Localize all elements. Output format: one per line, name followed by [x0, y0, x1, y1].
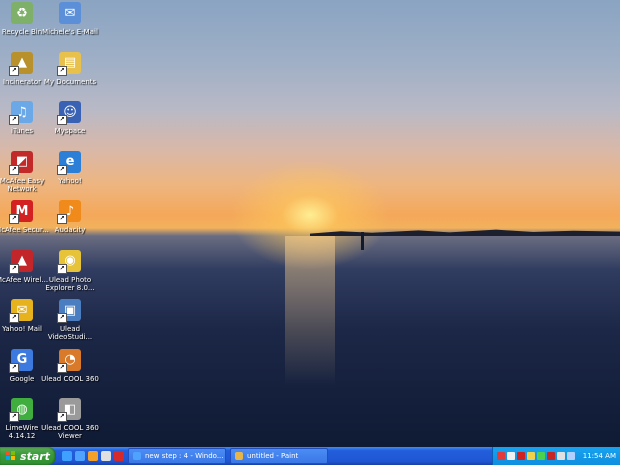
network-icon[interactable] — [496, 452, 505, 460]
shortcut-arrow-icon: ↗ — [9, 362, 19, 373]
water-post — [361, 232, 364, 250]
mcafee-wireless-icon: ▲ ↗ — [9, 249, 33, 274]
wireless-icon[interactable] — [556, 452, 565, 460]
shortcut-arrow-icon: ↗ — [9, 164, 19, 175]
windows-flag-icon — [6, 451, 16, 461]
desktop-icon-label: Ulead VideoStudi... — [47, 325, 93, 341]
internet-explorer-icon — [133, 452, 141, 460]
desktop-icon-label: Audacity — [54, 226, 86, 234]
task-button-2[interactable]: untitled - Paint — [230, 448, 328, 464]
yahoo-mail-icon: ✉ ↗ — [9, 299, 33, 323]
incinerator-icon: ▲ ↗ — [9, 51, 33, 76]
shortcut-arrow-icon: ↗ — [9, 115, 19, 125]
mcafee-security-icon: M ↗ — [9, 200, 33, 224]
show-desktop-icon[interactable] — [62, 451, 72, 461]
clock[interactable]: 11:54 AM — [583, 452, 616, 460]
shortcut-arrow-icon: ↗ — [9, 65, 19, 76]
desktop-icon-my-documents[interactable]: ▤ ↗ My Documents — [41, 51, 99, 86]
media-player-icon[interactable] — [88, 451, 98, 461]
desktop-icon-label: Yahoo! — [58, 176, 82, 185]
desktop-icon-label: Ulead COOL 360 — [41, 374, 99, 383]
paint-icon — [235, 452, 243, 460]
volume-icon[interactable] — [506, 452, 515, 460]
ulead-cool-360-viewer-icon: ◧ ↗ — [57, 398, 81, 422]
shortcut-arrow-icon: ↗ — [57, 115, 67, 125]
task-button-label: new step : 4 - Windo... — [145, 452, 224, 460]
shortcut-arrow-icon: ↗ — [57, 164, 67, 175]
start-button[interactable]: start — [0, 447, 56, 465]
desktop-icon-email[interactable]: ✉ Michele's E-Mail — [41, 2, 99, 36]
system-tray: 11:54 AM — [491, 447, 620, 465]
shortcut-arrow-icon: ↗ — [9, 313, 19, 323]
ulead-photo-explorer-icon: ◉ ↗ — [57, 249, 81, 274]
desktop-icon-audacity[interactable]: ♪ ↗ Audacity — [41, 200, 99, 234]
tray-icons — [496, 452, 575, 460]
ulead-videostudio-icon: ▣ ↗ — [57, 299, 81, 323]
desktop-icon-label: Ulead Photo Explorer 8.0... — [45, 275, 95, 292]
yahoo-browser-icon: e ↗ — [57, 150, 81, 175]
shortcut-arrow-icon: ↗ — [57, 214, 67, 224]
internet-explorer-icon[interactable] — [75, 451, 85, 461]
desktop-icon-label: Michele's E-Mail — [42, 28, 98, 36]
myspace-icon: ☺ ↗ — [57, 101, 81, 125]
ulead-cool-360-icon: ◔ ↗ — [57, 348, 81, 373]
shortcut-arrow-icon: ↗ — [9, 214, 19, 224]
battery-icon[interactable] — [566, 452, 575, 460]
task-buttons: new step : 4 - Windo... untitled - Paint — [124, 448, 328, 464]
limewire-icon: ◍ ↗ — [9, 398, 33, 422]
desktop-icon-myspace[interactable]: ☺ ↗ Myspace — [41, 101, 99, 135]
desktop-icon-ulead-videostudio[interactable]: ▣ ↗ Ulead VideoStudi... — [41, 299, 99, 341]
desktop-icon-label: My Documents — [43, 77, 97, 86]
shortcut-arrow-icon: ↗ — [57, 362, 67, 373]
desktop-icon-label: Ulead COOL 360 Viewer — [41, 424, 99, 440]
messenger-icon[interactable] — [536, 452, 545, 460]
shortcut-arrow-icon: ↗ — [57, 263, 67, 274]
shortcut-arrow-icon: ↗ — [9, 263, 19, 274]
shortcut-arrow-icon: ↗ — [57, 412, 67, 422]
shortcut-arrow-icon: ↗ — [9, 412, 19, 422]
security-icon[interactable] — [516, 452, 525, 460]
sun-reflection — [285, 236, 335, 386]
shortcut-arrow-icon: ↗ — [57, 65, 67, 76]
task-button-1[interactable]: new step : 4 - Windo... — [128, 448, 226, 464]
email-icon: ✉ — [59, 2, 81, 24]
desktop-icon-ulead-photo-explorer[interactable]: ◉ ↗ Ulead Photo Explorer 8.0... — [41, 249, 99, 292]
desktop-icon-yahoo-browser[interactable]: e ↗ Yahoo! — [41, 150, 99, 185]
desktop-icon-label: Myspace — [54, 127, 86, 135]
start-label: start — [20, 449, 50, 463]
my-documents-icon: ▤ ↗ — [57, 51, 81, 76]
update-icon[interactable] — [526, 452, 535, 460]
recycle-bin-icon: ♻ — [11, 2, 33, 24]
task-button-label: untitled - Paint — [247, 452, 299, 460]
mcafee-quick-icon[interactable] — [114, 451, 124, 461]
mcafee-network-icon: ◩ ↗ — [9, 150, 33, 175]
antivirus-icon[interactable] — [546, 452, 555, 460]
desktop-icon-ulead-cool-360[interactable]: ◔ ↗ Ulead COOL 360 — [41, 348, 99, 383]
desktop-icon-ulead-cool-360-viewer[interactable]: ◧ ↗ Ulead COOL 360 Viewer — [41, 398, 99, 440]
quick-launch-bar — [62, 451, 124, 461]
audacity-icon: ♪ ↗ — [57, 200, 81, 224]
shortcut-arrow-icon: ↗ — [57, 313, 67, 323]
itunes-icon: ♫ ↗ — [9, 101, 33, 125]
google-icon: G ↗ — [9, 348, 33, 373]
email-client-icon[interactable] — [101, 451, 111, 461]
taskbar: start new step : 4 - Windo... untitled - … — [0, 447, 620, 465]
